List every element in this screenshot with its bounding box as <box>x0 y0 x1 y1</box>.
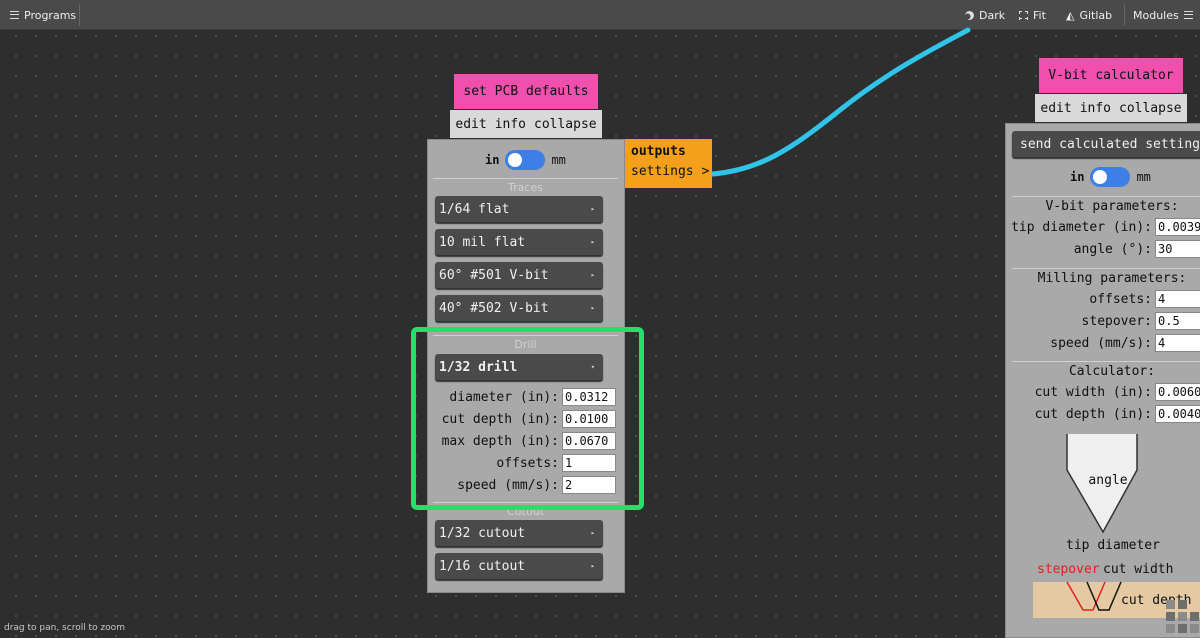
cut-depth-label: cut depth (in): <box>1034 406 1152 422</box>
module-title[interactable]: set PCB defaults <box>454 74 598 109</box>
unit-toggle-switch[interactable] <box>505 150 546 170</box>
unit-mm-label: mm <box>1136 170 1151 184</box>
unit-toggle-row: in mm <box>1070 167 1151 187</box>
speed-row: speed (mm/s): <box>1005 334 1200 352</box>
trace-program-button[interactable]: 1/64 flat ▸ <box>435 196 603 222</box>
trace-program-button[interactable]: 40° #502 V-bit ▸ <box>435 295 603 321</box>
trace-program-button[interactable]: 10 mil flat ▸ <box>435 229 603 255</box>
diagram-cut-width-label: cut width <box>1103 562 1173 577</box>
unit-mm-label: mm <box>551 153 566 167</box>
collapse-tab[interactable]: collapse <box>1119 101 1182 116</box>
fit-screen-icon <box>1019 10 1028 20</box>
outputs-title: outputs <box>631 144 686 159</box>
fit-button[interactable]: Fit <box>1019 0 1046 30</box>
drill-highlight-box <box>411 327 644 510</box>
trace-program-label: 40° #502 V-bit <box>439 300 549 316</box>
moon-icon <box>965 11 974 20</box>
diagram-angle-label: angle <box>1088 473 1127 488</box>
modules-label: Modules <box>1133 8 1179 22</box>
unit-toggle-switch[interactable] <box>1090 167 1131 187</box>
traces-section-label: Traces <box>433 178 618 194</box>
cutout-program-button[interactable]: 1/16 cutout ▸ <box>435 553 603 579</box>
gitlab-label: Gitlab <box>1079 8 1113 22</box>
offsets-row: offsets: <box>1005 290 1200 308</box>
cutout-program-button[interactable]: 1/32 cutout ▸ <box>435 520 603 546</box>
module-title[interactable]: V-bit calculator <box>1039 58 1183 93</box>
calculator-heading: Calculator: <box>1012 361 1200 379</box>
modules-menu-button[interactable]: Modules <box>1133 0 1193 30</box>
tip-diameter-row: tip diameter (in): <box>1005 218 1200 236</box>
tip-diameter-label: tip diameter (in): <box>1011 219 1152 235</box>
dark-mode-button[interactable]: Dark <box>965 0 1005 30</box>
diagram-stepover-label: stepover <box>1037 562 1100 577</box>
status-hint: drag to pan, scroll to zoom <box>4 623 125 633</box>
edit-tab[interactable]: edit <box>1040 101 1071 116</box>
trace-program-button[interactable]: 60° #501 V-bit ▸ <box>435 262 603 288</box>
programs-menu-button[interactable]: Programs <box>10 0 76 30</box>
offsets-label: offsets: <box>1089 291 1152 307</box>
milling-params-heading: Milling parameters: <box>1012 268 1200 286</box>
settings-output[interactable]: settings > <box>631 164 712 179</box>
angle-input[interactable] <box>1155 240 1200 258</box>
speed-label: speed (mm/s): <box>1050 335 1152 351</box>
caret-right-icon: ▸ <box>590 238 595 246</box>
module-tabs: edit info collapse <box>1035 94 1187 122</box>
info-tab[interactable]: info <box>1080 101 1111 116</box>
angle-row: angle (°): <box>1005 240 1200 258</box>
cut-depth-row: cut depth (in): <box>1005 405 1200 423</box>
hamburger-icon <box>10 11 19 19</box>
offsets-input[interactable] <box>1155 290 1200 308</box>
tip-diameter-input[interactable] <box>1155 218 1200 236</box>
outputs-port[interactable]: outputs settings > <box>625 139 712 188</box>
top-bar: Programs Dark Fit ◭ Gitlab Modules <box>0 0 1200 30</box>
caret-right-icon: ▸ <box>590 562 595 570</box>
edit-tab[interactable]: edit <box>455 117 486 132</box>
caret-right-icon: ▸ <box>590 271 595 279</box>
gitlab-icon: ◭ <box>1066 8 1075 22</box>
unit-toggle-row: in mm <box>485 150 566 170</box>
diagram-tip-label: tip diameter <box>1066 538 1160 553</box>
trace-program-label: 1/64 flat <box>439 201 510 217</box>
unit-in-label: in <box>1070 170 1085 184</box>
fit-label: Fit <box>1033 8 1046 22</box>
minimap-icon[interactable] <box>1166 598 1200 638</box>
caret-right-icon: ▸ <box>590 304 595 312</box>
cut-width-label: cut width (in): <box>1034 384 1152 400</box>
programs-label: Programs <box>24 8 77 22</box>
stepover-input[interactable] <box>1155 312 1200 330</box>
cutout-program-label: 1/16 cutout <box>439 558 526 574</box>
vbit-params-heading: V-bit parameters: <box>1012 196 1200 214</box>
angle-label: angle (°): <box>1073 241 1152 257</box>
dark-label: Dark <box>979 8 1006 22</box>
info-tab[interactable]: info <box>495 117 526 132</box>
cut-width-row: cut width (in): <box>1005 383 1200 401</box>
trace-program-label: 60° #501 V-bit <box>439 267 549 283</box>
speed-input[interactable] <box>1155 334 1200 352</box>
module-tabs: edit info collapse <box>450 110 602 138</box>
trace-program-label: 10 mil flat <box>439 234 526 250</box>
caret-right-icon: ▸ <box>590 529 595 537</box>
cut-depth-output[interactable] <box>1155 405 1200 423</box>
hamburger-icon <box>1183 11 1193 19</box>
gitlab-link[interactable]: ◭ Gitlab <box>1066 0 1112 30</box>
collapse-tab[interactable]: collapse <box>534 117 597 132</box>
stepover-row: stepover: <box>1005 312 1200 330</box>
toolbar-divider <box>1124 4 1125 26</box>
send-settings-button[interactable]: send calculated settings <box>1012 131 1200 157</box>
stepover-label: stepover: <box>1081 313 1152 329</box>
cutout-program-label: 1/32 cutout <box>439 525 526 541</box>
cut-width-output[interactable] <box>1155 383 1200 401</box>
caret-right-icon: ▸ <box>590 205 595 213</box>
unit-in-label: in <box>485 153 500 167</box>
toolbar-divider <box>79 4 80 26</box>
